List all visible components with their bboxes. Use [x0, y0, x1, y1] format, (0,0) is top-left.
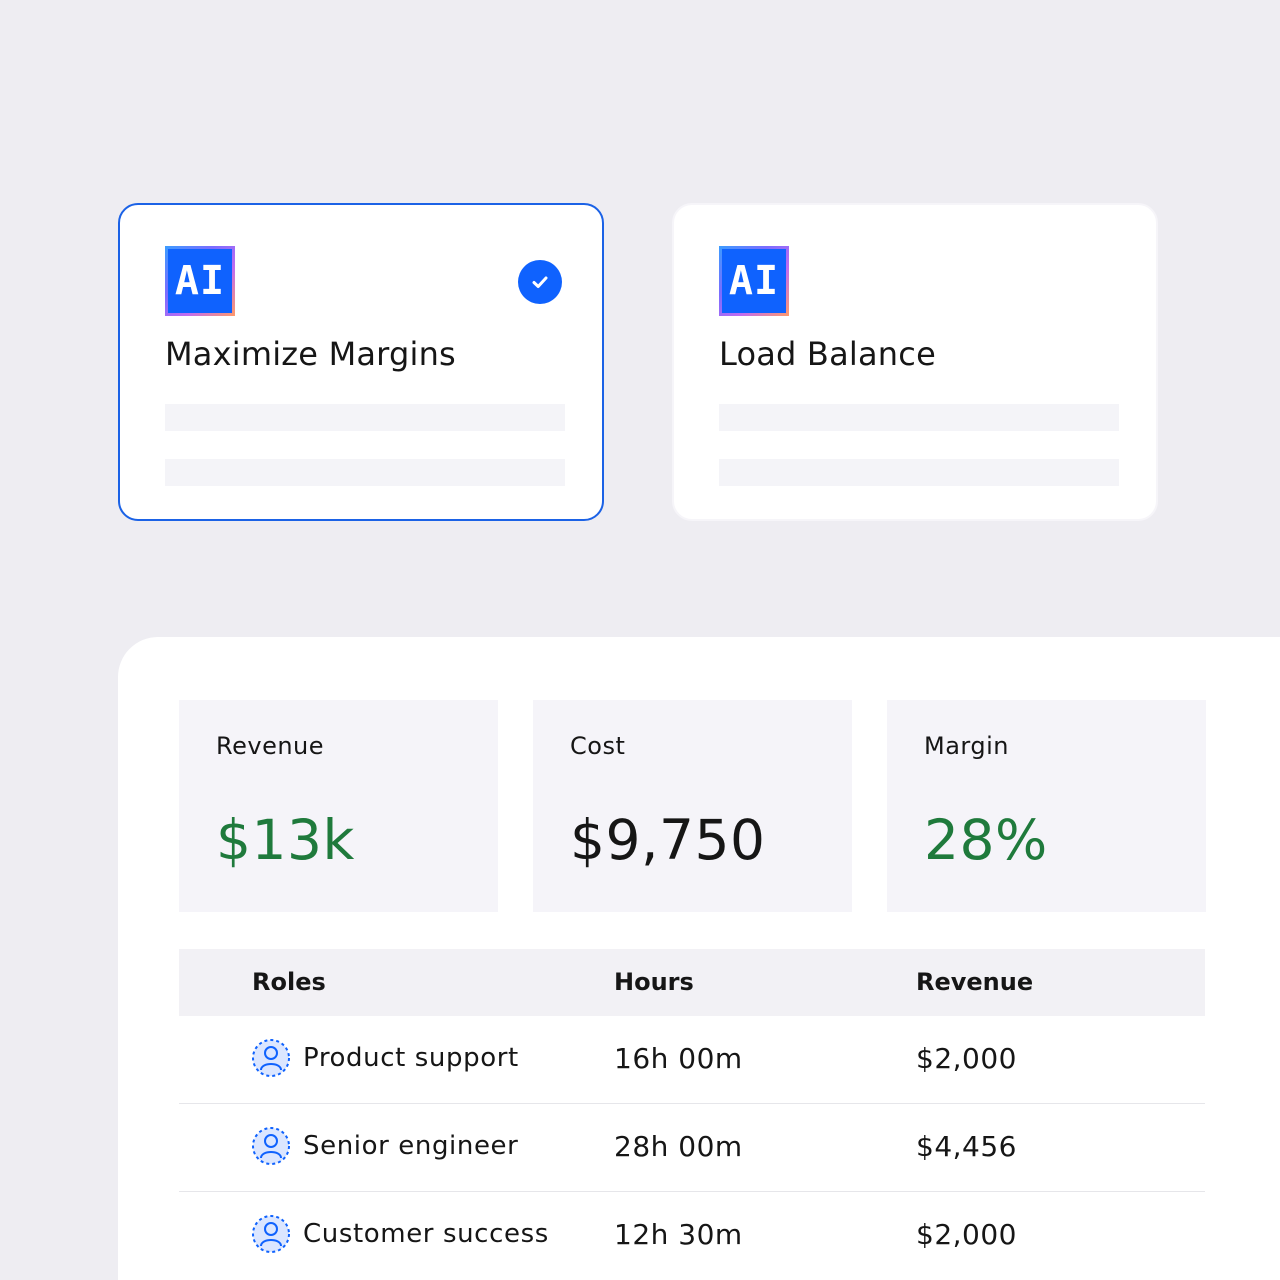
table-row[interactable]: Product support 16h 00m $2,000: [179, 1016, 1205, 1104]
ai-badge-icon: AI: [165, 246, 235, 316]
metric-value: $13k: [216, 808, 355, 872]
revenue-cell: $2,000: [916, 1218, 1017, 1251]
ai-badge-label: AI: [722, 249, 786, 313]
hours-cell: 16h 00m: [614, 1042, 743, 1075]
option-title: Maximize Margins: [165, 335, 456, 373]
user-icon: [252, 1039, 290, 1077]
roles-table: Roles Hours Revenue Product support 16h …: [179, 949, 1205, 1280]
metric-value: 28%: [924, 808, 1048, 872]
role-name: Senior engineer: [303, 1131, 519, 1161]
skeleton-line: [165, 459, 565, 486]
metric-label: Cost: [570, 732, 626, 760]
hours-cell: 12h 30m: [614, 1218, 743, 1251]
checkmark-icon: [518, 260, 562, 304]
option-card-load-balance[interactable]: AI Load Balance: [672, 203, 1158, 521]
table-header: Roles Hours Revenue: [179, 949, 1205, 1016]
metric-label: Margin: [924, 732, 1009, 760]
metric-card-margin: Margin 28%: [887, 700, 1206, 912]
column-header-hours[interactable]: Hours: [614, 968, 694, 996]
role-name: Product support: [303, 1043, 519, 1073]
skeleton-line: [719, 404, 1119, 431]
role-cell: Senior engineer: [251, 1126, 518, 1166]
user-icon: [252, 1127, 290, 1165]
option-card-maximize-margins[interactable]: AI Maximize Margins: [118, 203, 604, 521]
column-header-roles[interactable]: Roles: [252, 968, 326, 996]
skeleton-line: [165, 404, 565, 431]
metric-label: Revenue: [216, 732, 325, 760]
role-cell: Product support: [251, 1038, 519, 1078]
ai-badge-icon: AI: [719, 246, 789, 316]
option-title: Load Balance: [719, 335, 936, 373]
column-header-revenue[interactable]: Revenue: [916, 968, 1033, 996]
dashboard-panel: Revenue $13k Cost $9,750 Margin 28% Role…: [118, 637, 1280, 1280]
table-row[interactable]: Senior engineer 28h 00m $4,456: [179, 1104, 1205, 1192]
metric-value: $9,750: [570, 808, 766, 872]
revenue-cell: $2,000: [916, 1042, 1017, 1075]
skeleton-line: [719, 459, 1119, 486]
ai-badge-label: AI: [168, 249, 232, 313]
role-name: Customer success: [303, 1219, 549, 1249]
role-cell: Customer success: [251, 1214, 549, 1254]
metric-card-revenue: Revenue $13k: [179, 700, 498, 912]
hours-cell: 28h 00m: [614, 1130, 743, 1163]
metric-card-cost: Cost $9,750: [533, 700, 852, 912]
revenue-cell: $4,456: [916, 1130, 1017, 1163]
user-icon: [252, 1215, 290, 1253]
table-row[interactable]: Customer success 12h 30m $2,000: [179, 1192, 1205, 1280]
